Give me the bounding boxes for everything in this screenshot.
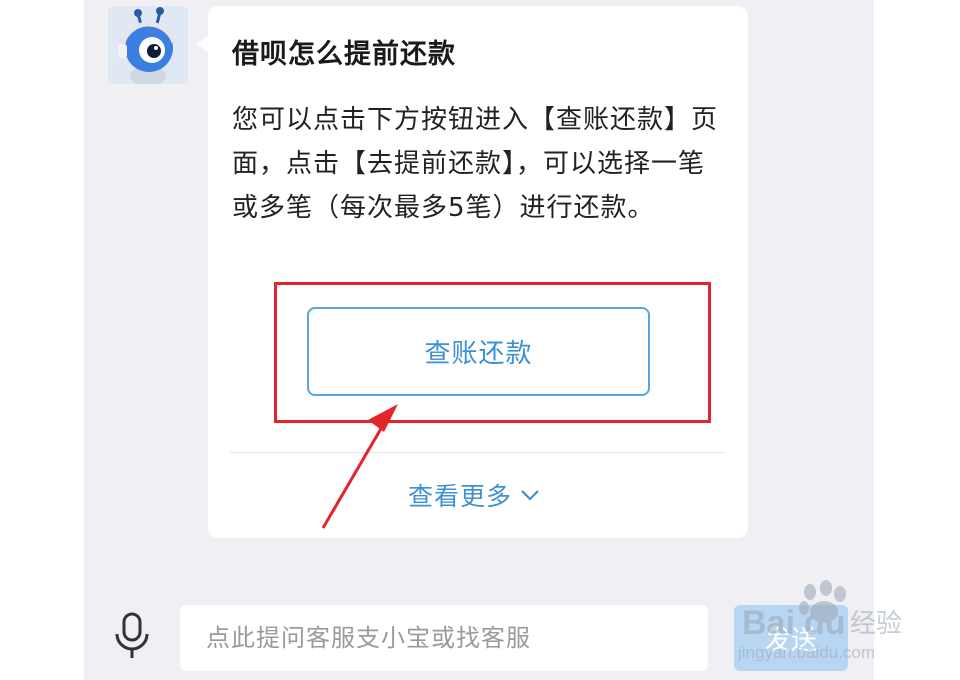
annotation-highlight-box [274, 282, 711, 423]
answer-title: 借呗怎么提前还款 [232, 39, 456, 70]
view-more-label: 查看更多 [408, 482, 513, 511]
view-more-link[interactable]: 查看更多 [408, 478, 540, 512]
robot-ant-avatar-icon [108, 6, 188, 84]
assistant-avatar [108, 6, 188, 84]
question-input[interactable] [180, 605, 708, 671]
send-button[interactable]: 发送 [734, 605, 848, 671]
answer-body: 您可以点击下方按钮进入【查账还款】页面，点击【去提前还款】，可以选择一笔或多笔（… [232, 105, 719, 223]
chevron-down-icon [521, 490, 539, 501]
answer-card: 借呗怎么提前还款 您可以点击下方按钮进入【查账还款】页面，点击【去提前还款】，可… [196, 6, 748, 538]
microphone-icon[interactable] [112, 612, 152, 660]
card-divider [230, 452, 725, 453]
